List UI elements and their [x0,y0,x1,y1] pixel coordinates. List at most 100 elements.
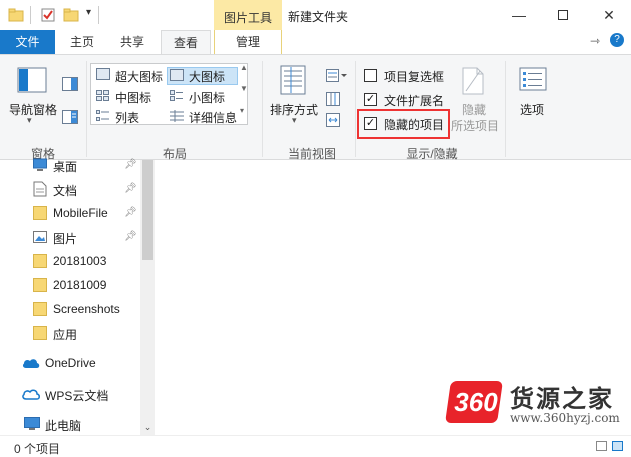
nav-item-20181009[interactable]: 20181009 [0,274,140,296]
nav-item-label: 20181009 [53,278,107,292]
nav-item-label: 20181003 [53,254,107,268]
add-columns-icon[interactable] [326,92,340,106]
layout-label: 大图标 [189,70,226,84]
large-icons-icon [170,69,184,81]
nav-item-screenshots[interactable]: Screenshots [0,298,140,320]
details-pane-icon[interactable] [62,110,78,124]
hide-selected-label: 所选项目 [451,119,500,133]
picture-icon [33,231,47,243]
small-icons-icon [170,90,183,101]
desktop-icon [33,158,47,171]
nav-item-onedrive[interactable]: OneDrive [0,352,140,374]
pin-icon: 📌︎ [124,159,137,170]
nav-item-wps-cloud[interactable]: WPS云文档 [0,383,140,405]
divider [98,6,99,24]
watermark-url: www.360hyzj.com [510,411,620,425]
hide-selected-icon [462,67,484,95]
options-icon [519,67,547,91]
context-tab-header: 图片工具 [214,0,282,30]
minimize-button[interactable]: — [497,0,541,30]
extra-large-icons-icon [96,68,110,80]
more-icon: ▾ [240,106,245,115]
scrollbar-thumb[interactable] [142,160,153,260]
maximize-button[interactable] [541,0,585,30]
list-icon [96,110,109,121]
medium-icons-icon [96,90,109,101]
close-icon: ✕ [603,6,615,23]
large-icons-view-icon[interactable] [612,441,623,451]
pin-icon: 📌︎ [124,231,137,242]
size-columns-icon[interactable] [326,113,340,127]
details-view-icon[interactable] [596,441,607,451]
wps-cloud-icon [22,389,40,400]
folder-icon [33,254,47,268]
tab-file[interactable]: 文件 [0,30,55,54]
tab-home[interactable]: 主页 [60,30,104,54]
tab-manage[interactable]: 管理 [214,30,282,54]
folder-icon[interactable] [8,7,24,23]
chevron-down-icon: ▾ [27,115,32,125]
nav-item-label: 桌面 [53,160,78,174]
checkbox-label: 文件扩展名 [384,94,445,108]
nav-item-label: 应用 [53,328,78,342]
item-checkboxes-checkbox[interactable] [364,69,377,82]
status-bar: 0 个项目 [0,435,631,457]
scroll-down-icon[interactable]: ⌄ [142,422,153,433]
layout-gallery-scroll[interactable]: ▲ ▼ ▾ [240,63,248,124]
divider [355,61,356,157]
tab-share[interactable]: 共享 [110,30,154,54]
ribbon-tabs: 文件 主页 共享 查看 管理 ⇾ ? [0,30,631,55]
pin-icon: 📌︎ [124,183,137,194]
divider [262,61,263,157]
pin-icon: 📌︎ [124,207,137,218]
folder-icon [33,326,47,340]
chevron-down-icon: ▾ [292,115,297,125]
quick-access-dropdown-icon[interactable]: ▾ [86,7,91,18]
tab-view[interactable]: 查看 [161,30,211,55]
layout-label: 中图标 [115,91,152,105]
group-by-icon[interactable] [326,69,348,83]
nav-item-20181003[interactable]: 20181003 [0,250,140,272]
options-label: 选项 [520,103,545,117]
divider [86,61,87,157]
nav-pane-label: 导航窗格 [9,103,58,117]
nav-item-label: WPS云文档 [45,389,109,403]
properties-icon[interactable] [40,7,56,23]
document-icon [33,181,47,197]
window-title: 新建文件夹 [288,10,349,24]
file-extensions-checkbox[interactable]: ✓ [364,93,377,106]
nav-item-mobilefile[interactable]: MobileFile 📌︎ [0,202,140,224]
folder-icon [33,302,47,316]
watermark-number: 360 [454,387,498,417]
hide-selected-label: 隐藏 [462,103,487,117]
divider [30,6,31,24]
maximize-icon [558,10,568,20]
nav-item-pictures[interactable]: 图片 📌︎ [0,226,140,248]
pin-ribbon-icon[interactable]: ⇾ [590,34,600,48]
layout-label: 列表 [115,111,140,125]
navigation-pane: 桌面 📌︎ 文档 📌︎ MobileFile 📌︎ 图片 📌︎ 20181003… [0,158,155,435]
folder-icon [33,278,47,292]
title-bar: ▾ 图片工具 新建文件夹 — ✕ [0,0,631,30]
nav-item-label: MobileFile [53,206,108,220]
checkbox-label: 项目复选框 [384,70,445,84]
preview-pane-icon[interactable] [62,77,78,91]
nav-item-documents[interactable]: 文档 📌︎ [0,178,140,200]
close-button[interactable]: ✕ [587,0,631,30]
context-tab-label: 图片工具 [223,11,272,25]
ribbon-body: 导航窗格 ▾ 窗格 超大图标 大图标 中图标 小图标 列表 详细信息 ▲ ▼ ▾… [0,54,631,161]
navigation-pane-icon [17,67,47,93]
nav-item-this-pc[interactable]: 此电脑 [0,413,140,435]
watermark-brand: 货源之家 [510,386,614,413]
minimize-icon: — [512,7,526,23]
help-icon[interactable]: ? [610,33,624,47]
highlight-box [357,109,450,139]
new-folder-icon[interactable] [63,7,79,23]
nav-item-label: 图片 [53,232,78,246]
nav-item-desktop[interactable]: 桌面 📌︎ [0,154,140,176]
layout-label: 超大图标 [115,70,164,84]
nav-scrollbar[interactable]: ⌄ [140,160,155,435]
nav-item-label: OneDrive [45,356,96,370]
nav-item-apps[interactable]: 应用 [0,322,140,344]
nav-item-label: 文档 [53,184,78,198]
